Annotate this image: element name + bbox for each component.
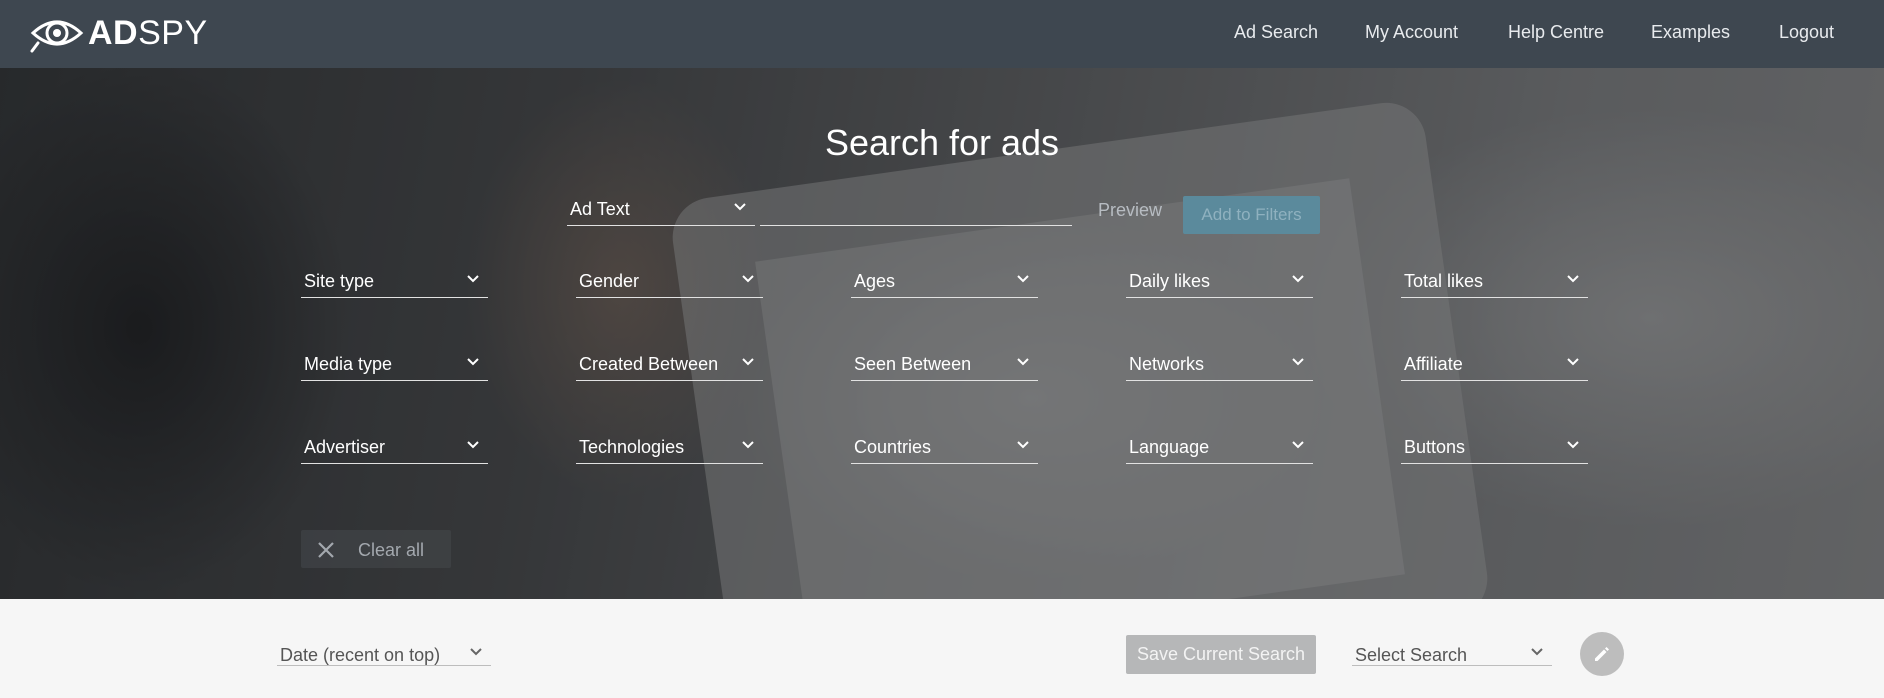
clear-all-button[interactable]: Clear all [301, 530, 451, 568]
filter-ages[interactable]: Ages [851, 262, 1038, 298]
close-icon [318, 542, 334, 558]
top-navbar: ADSPY Ad Search My Account Help Centre E… [0, 0, 1884, 68]
chevron-down-icon [467, 358, 479, 366]
filter-media-type[interactable]: Media type [301, 345, 488, 381]
nav-my-account[interactable]: My Account [1365, 20, 1458, 44]
chevron-down-icon [1017, 275, 1029, 283]
page-title: Search for ads [824, 122, 1060, 163]
brand-logo[interactable]: ADSPY [30, 13, 208, 53]
chevron-down-icon [1017, 441, 1029, 449]
filter-language[interactable]: Language [1126, 428, 1313, 464]
preview-button[interactable]: Preview [1090, 194, 1170, 226]
filter-technologies[interactable]: Technologies [576, 428, 763, 464]
search-hero: Search for ads Ad Text Preview Add to Fi… [0, 68, 1884, 599]
chevron-down-icon [1567, 441, 1579, 449]
filter-affiliate[interactable]: Affiliate [1401, 345, 1588, 381]
results-toolbar: Date (recent on top) Save Current Search… [0, 599, 1884, 698]
chevron-down-icon [1292, 358, 1304, 366]
filter-networks[interactable]: Networks [1126, 345, 1313, 381]
brand-name: ADSPY [88, 14, 208, 52]
filter-seen-between[interactable]: Seen Between [851, 345, 1038, 381]
chevron-down-icon [742, 275, 754, 283]
chevron-down-icon [742, 441, 754, 449]
filter-total-likes[interactable]: Total likes [1401, 262, 1588, 298]
save-current-search-button[interactable]: Save Current Search [1126, 635, 1316, 674]
add-to-filters-button[interactable]: Add to Filters [1183, 196, 1320, 234]
filter-countries[interactable]: Countries [851, 428, 1038, 464]
eye-logo-icon [30, 20, 84, 53]
nav-ad-search[interactable]: Ad Search [1234, 20, 1318, 44]
saved-search-select[interactable]: Select Search [1352, 630, 1552, 666]
chevron-down-icon [467, 275, 479, 283]
filter-created-between[interactable]: Created Between [576, 345, 763, 381]
chevron-down-icon [1531, 648, 1543, 656]
nav-help-centre[interactable]: Help Centre [1508, 20, 1604, 44]
nav-examples[interactable]: Examples [1651, 20, 1730, 44]
filter-advertiser[interactable]: Advertiser [301, 428, 488, 464]
search-input[interactable] [760, 190, 1072, 226]
pencil-icon [1595, 647, 1609, 661]
chevron-down-icon [467, 441, 479, 449]
filter-gender[interactable]: Gender [576, 262, 763, 298]
chevron-down-icon [734, 203, 746, 211]
sort-select[interactable]: Date (recent on top) [277, 630, 491, 666]
chevron-down-icon [1017, 358, 1029, 366]
filter-buttons[interactable]: Buttons [1401, 428, 1588, 464]
nav-logout[interactable]: Logout [1779, 20, 1834, 44]
chevron-down-icon [1567, 358, 1579, 366]
filter-daily-likes[interactable]: Daily likes [1126, 262, 1313, 298]
chevron-down-icon [1292, 441, 1304, 449]
chevron-down-icon [742, 358, 754, 366]
search-field-select[interactable]: Ad Text [567, 190, 755, 226]
chevron-down-icon [1567, 275, 1579, 283]
filter-site-type[interactable]: Site type [301, 262, 488, 298]
edit-search-button[interactable] [1580, 632, 1624, 676]
chevron-down-icon [1292, 275, 1304, 283]
chevron-down-icon [470, 648, 482, 656]
